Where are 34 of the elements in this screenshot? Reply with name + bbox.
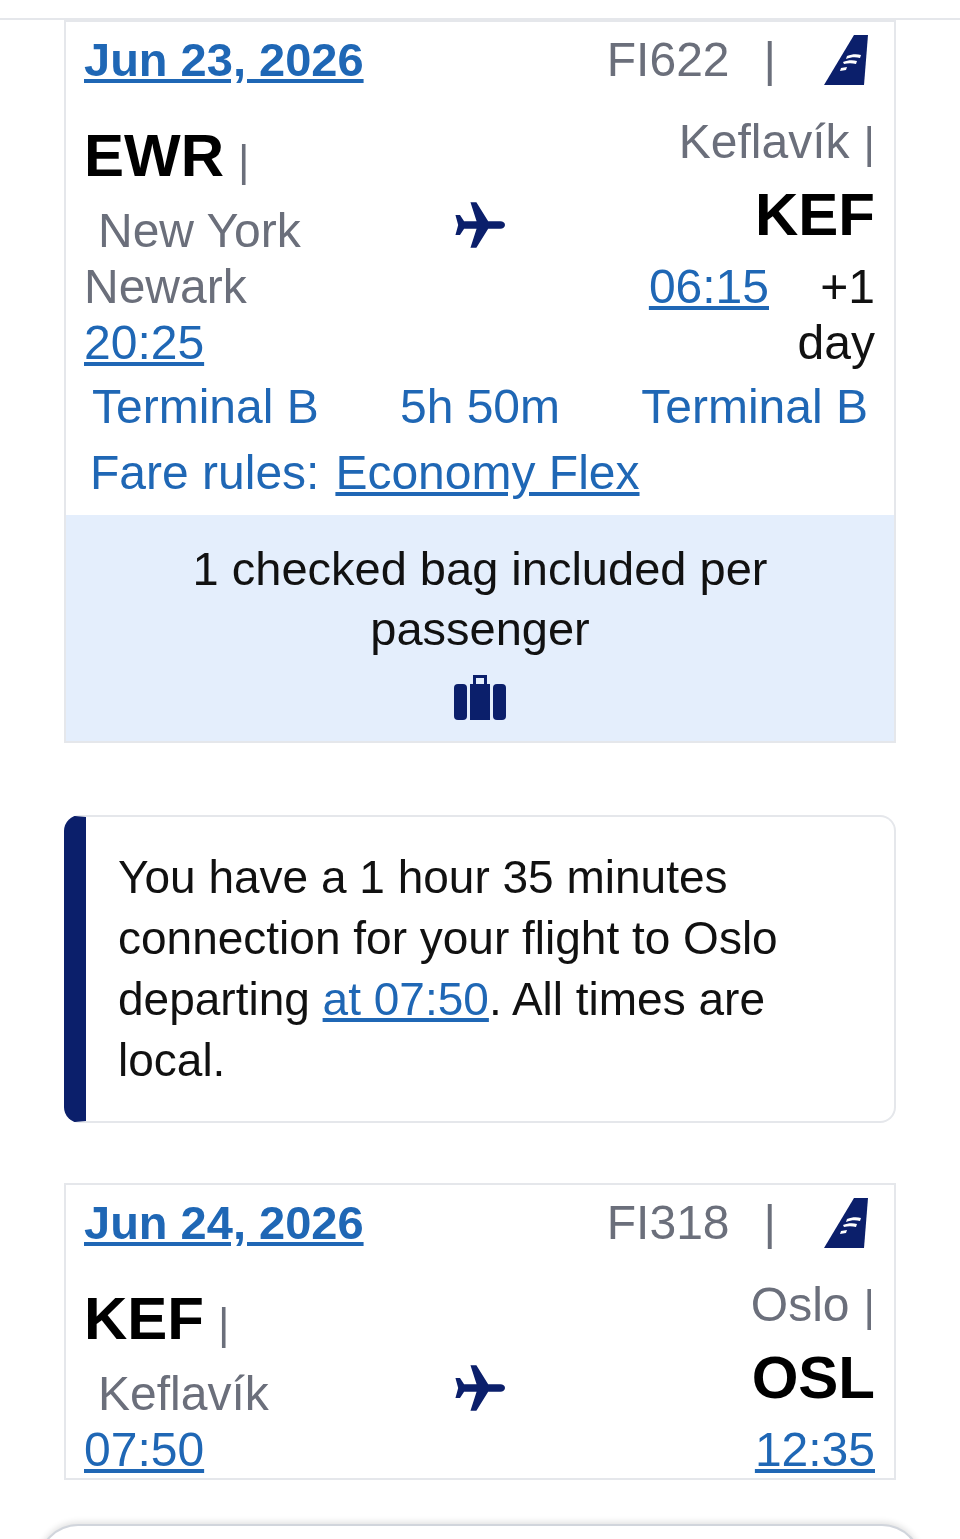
baggage-info: 1 checked bag included per passenger [191, 541, 769, 657]
separator: | [238, 135, 250, 187]
airport-code: KEF [84, 1284, 204, 1354]
departure-time-link[interactable]: 07:50 [84, 1422, 205, 1478]
separator: | [863, 1280, 875, 1332]
city-name: New York Newark [84, 203, 302, 315]
fare-rules-link[interactable]: Economy Flex [335, 445, 640, 501]
arrival-time-link[interactable]: 06:15 [648, 259, 769, 315]
airport-code: KEF [755, 180, 875, 250]
flight-date-link[interactable]: Jun 23, 2026 [84, 32, 364, 88]
terminal-label: Terminal B [92, 379, 319, 435]
terminal-label: Terminal B [641, 379, 868, 435]
tail-fin-logo-icon [824, 1198, 868, 1248]
separator: | [218, 1298, 230, 1350]
connection-message: You have a 1 hour 35 minutes connection for your flight to Oslo departing at 07:50. All times are local. [118, 850, 779, 1088]
flight-number: FI622 [606, 32, 730, 88]
suitcase-icon [453, 673, 507, 721]
day-offset: +1 day [796, 259, 875, 371]
separator: | [763, 32, 776, 88]
departure-time-link[interactable]: at 07:50 [322, 973, 489, 1025]
arrival-time-link[interactable]: 12:35 [754, 1423, 875, 1476]
departure-time-link[interactable]: 20:25 [84, 315, 205, 371]
airport-code: OSL [751, 1343, 875, 1413]
flight-number: FI318 [606, 1195, 730, 1251]
flight-duration: 5h 50m [399, 379, 561, 435]
separator: | [763, 1195, 776, 1251]
city-name: Keflavík [678, 114, 850, 170]
airport-code: EWR [84, 121, 224, 191]
city-name: Oslo [750, 1277, 850, 1333]
city-name: Keflavík [97, 1366, 270, 1422]
separator: | [863, 117, 875, 169]
flight-date-link[interactable]: Jun 24, 2026 [84, 1195, 364, 1251]
fare-rules-label: Fare rules: [90, 445, 320, 501]
tail-fin-logo-icon [824, 35, 868, 85]
